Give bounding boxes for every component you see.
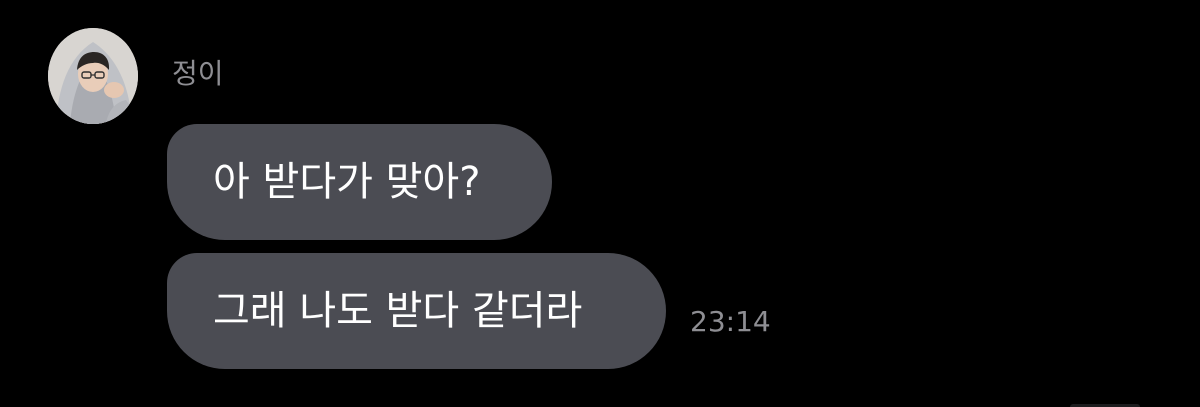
sender-avatar[interactable] xyxy=(48,28,138,124)
message-bubble[interactable]: 아 받다가 맞아? xyxy=(167,124,552,240)
message-timestamp: 23:14 xyxy=(690,305,771,338)
message-text: 아 받다가 맞아? xyxy=(213,159,481,205)
sender-name: 정이 xyxy=(172,57,224,90)
profile-photo-icon xyxy=(48,28,138,124)
message-bubble[interactable]: 그래 나도 받다 같더라 xyxy=(167,253,666,369)
message-text: 그래 나도 받다 같더라 xyxy=(213,288,583,334)
